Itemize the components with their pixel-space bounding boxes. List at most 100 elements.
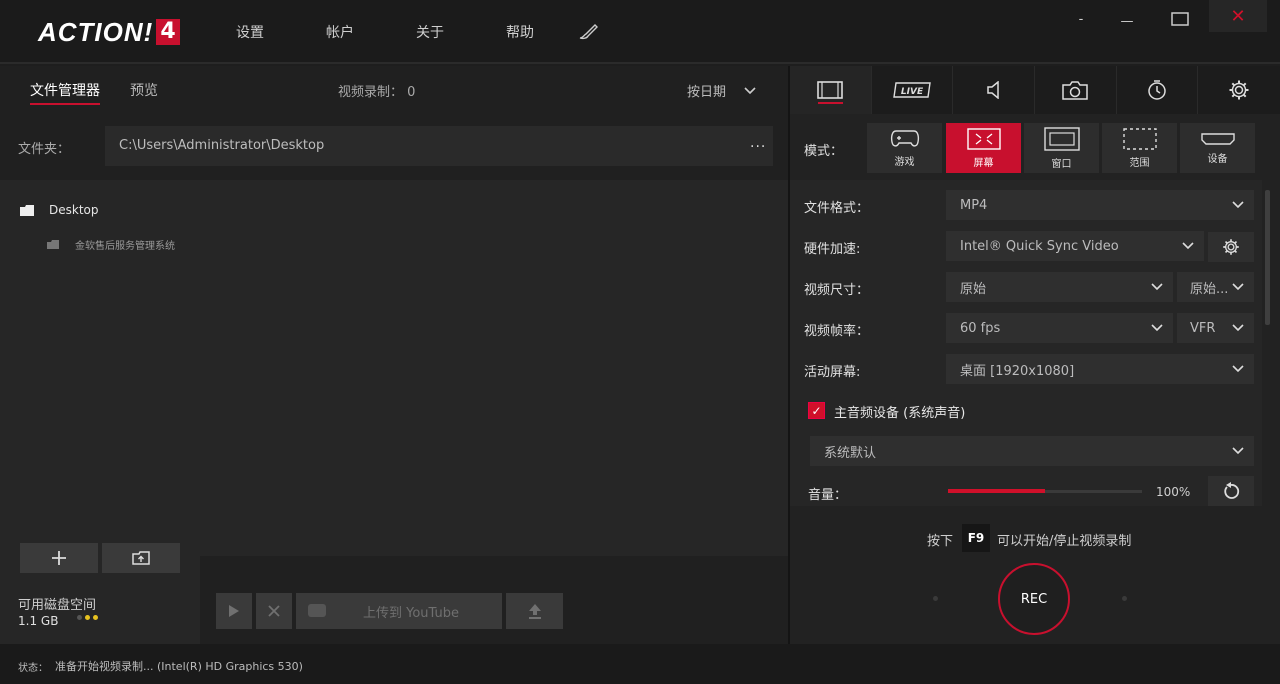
chevron-down-icon bbox=[1182, 242, 1194, 250]
mode-window[interactable]: 窗口 bbox=[1024, 123, 1099, 173]
frame-rate-mode-select[interactable]: VFR bbox=[1177, 313, 1254, 343]
sort-label: 按日期 bbox=[687, 85, 727, 100]
folder-tree bbox=[0, 180, 200, 542]
mode-screen[interactable]: 屏幕 bbox=[946, 123, 1021, 173]
hotkey-hint-suffix: 可以开始/停止视频录制 bbox=[997, 534, 1132, 549]
mode-label-region: 范围 bbox=[1129, 157, 1150, 169]
tab-screenshot[interactable] bbox=[1035, 66, 1117, 114]
chevron-down-icon bbox=[1232, 365, 1244, 373]
folder-label: 文件夹： bbox=[18, 142, 71, 157]
tree-item-label: Desktop bbox=[49, 203, 99, 217]
mode-label-screen: 屏幕 bbox=[973, 157, 994, 169]
mode-label-device: 设备 bbox=[1207, 153, 1228, 165]
disk-space-value: 1.1 GB bbox=[18, 614, 59, 628]
hw-accel-value: Intel® Quick Sync Video bbox=[960, 238, 1119, 254]
record-button[interactable]: REC bbox=[998, 563, 1070, 635]
tab-live[interactable]: LIVE bbox=[872, 66, 954, 114]
mode-game[interactable]: 游戏 bbox=[867, 123, 942, 173]
status-text: 准备开始视频录制... (Intel(R) HD Graphics 530) bbox=[55, 660, 303, 673]
mode-label: 模式： bbox=[804, 144, 844, 159]
maximize-button[interactable] bbox=[1163, 6, 1197, 32]
video-size-select[interactable]: 原始 bbox=[946, 272, 1173, 302]
recording-tabs: LIVE bbox=[790, 66, 1280, 114]
tab-video[interactable] bbox=[790, 66, 872, 114]
upload-icon bbox=[528, 604, 541, 619]
menu-settings[interactable]: 设置 bbox=[236, 22, 264, 42]
tab-file-manager[interactable]: 文件管理器 bbox=[30, 80, 100, 105]
gear-icon bbox=[1223, 239, 1239, 255]
hw-accel-settings-button[interactable] bbox=[1208, 232, 1254, 262]
browse-folder-button[interactable]: ... bbox=[750, 135, 766, 151]
app-logo: ACTION! 4 bbox=[38, 16, 180, 47]
file-list-area[interactable] bbox=[200, 180, 788, 556]
audio-device-label: 主音频设备 (系统声音) bbox=[834, 406, 966, 421]
sort-dropdown[interactable]: 按日期 bbox=[687, 81, 756, 100]
play-icon bbox=[229, 605, 239, 617]
volume-value: 100% bbox=[1156, 485, 1191, 499]
tab-preview[interactable]: 预览 bbox=[130, 80, 158, 100]
fullscreen-icon bbox=[966, 127, 1001, 150]
volume-label: 音量： bbox=[808, 488, 848, 503]
tab-audio[interactable] bbox=[953, 66, 1036, 114]
upload-youtube-button[interactable]: 上传到 YouTube bbox=[296, 593, 502, 629]
chevron-down-icon bbox=[1151, 324, 1163, 332]
add-folder-button[interactable] bbox=[20, 543, 98, 573]
folder-icon bbox=[20, 204, 34, 216]
reset-icon bbox=[1224, 482, 1240, 499]
close-button[interactable]: ✕ bbox=[1209, 0, 1267, 32]
tree-item-desktop[interactable]: Desktop bbox=[20, 203, 99, 217]
play-button[interactable] bbox=[216, 593, 252, 629]
tree-item-subfolder[interactable]: 金软售后服务管理系统 bbox=[47, 237, 175, 252]
menu-about[interactable]: 关于 bbox=[416, 22, 444, 42]
video-size-select-2[interactable]: 原始... bbox=[1177, 272, 1254, 302]
delete-button[interactable] bbox=[256, 593, 292, 629]
audio-device-select[interactable]: 系统默认 bbox=[810, 436, 1254, 466]
video-size-value-2: 原始... bbox=[1190, 281, 1229, 297]
camera-icon bbox=[1062, 81, 1089, 100]
logo-text: ACTION! bbox=[38, 16, 154, 47]
recording-count: 视频录制： 0 bbox=[338, 85, 416, 100]
disk-dot bbox=[85, 615, 90, 620]
skin-brush-icon[interactable] bbox=[578, 22, 600, 46]
hotkey-badge: F9 bbox=[962, 524, 990, 552]
youtube-icon bbox=[308, 604, 326, 617]
disk-dot bbox=[77, 615, 82, 620]
small-dot-button[interactable]: - bbox=[1064, 6, 1098, 32]
settings-scrollbar[interactable] bbox=[1265, 190, 1270, 325]
region-icon bbox=[1122, 127, 1157, 150]
mode-device[interactable]: 设备 bbox=[1180, 123, 1255, 173]
audio-device-checkbox[interactable]: ✓ bbox=[808, 402, 825, 419]
tab-settings[interactable] bbox=[1198, 66, 1280, 114]
gamepad-icon bbox=[890, 129, 919, 147]
live-text: LIVE bbox=[901, 87, 924, 97]
menu-account[interactable]: 帐户 bbox=[326, 22, 354, 42]
folder-path-field[interactable]: C:\Users\Administrator\Desktop bbox=[105, 126, 773, 166]
hdmi-icon bbox=[1200, 132, 1235, 145]
file-format-select[interactable]: MP4 bbox=[946, 190, 1254, 220]
file-format-label: 文件格式： bbox=[804, 201, 870, 216]
upload-button[interactable] bbox=[506, 593, 563, 629]
logo-version: 4 bbox=[156, 19, 180, 45]
open-folder-button[interactable] bbox=[102, 543, 180, 573]
upload-youtube-label: 上传到 YouTube bbox=[363, 605, 459, 621]
volume-reset-button[interactable] bbox=[1208, 476, 1254, 506]
hw-accel-select[interactable]: Intel® Quick Sync Video bbox=[946, 231, 1204, 261]
frame-rate-select[interactable]: 60 fps bbox=[946, 313, 1173, 343]
timer-icon bbox=[1148, 80, 1166, 100]
video-icon bbox=[817, 81, 844, 99]
disk-dot bbox=[93, 615, 98, 620]
mode-region[interactable]: 范围 bbox=[1102, 123, 1177, 173]
file-format-value: MP4 bbox=[960, 197, 988, 213]
video-size-value: 原始 bbox=[960, 281, 987, 297]
active-screen-label: 活动屏幕: bbox=[804, 365, 861, 380]
active-screen-select[interactable]: 桌面 [1920x1080] bbox=[946, 354, 1254, 384]
mode-label-game: 游戏 bbox=[894, 156, 915, 168]
chevron-down-icon bbox=[1232, 283, 1244, 291]
folder-open-icon bbox=[132, 551, 150, 565]
close-icon bbox=[268, 605, 280, 617]
tab-timer[interactable] bbox=[1117, 66, 1199, 114]
decor-dot bbox=[1122, 596, 1127, 601]
minimize-button[interactable]: — bbox=[1110, 8, 1144, 34]
frame-rate-value: 60 fps bbox=[960, 320, 1001, 336]
menu-help[interactable]: 帮助 bbox=[506, 22, 534, 42]
